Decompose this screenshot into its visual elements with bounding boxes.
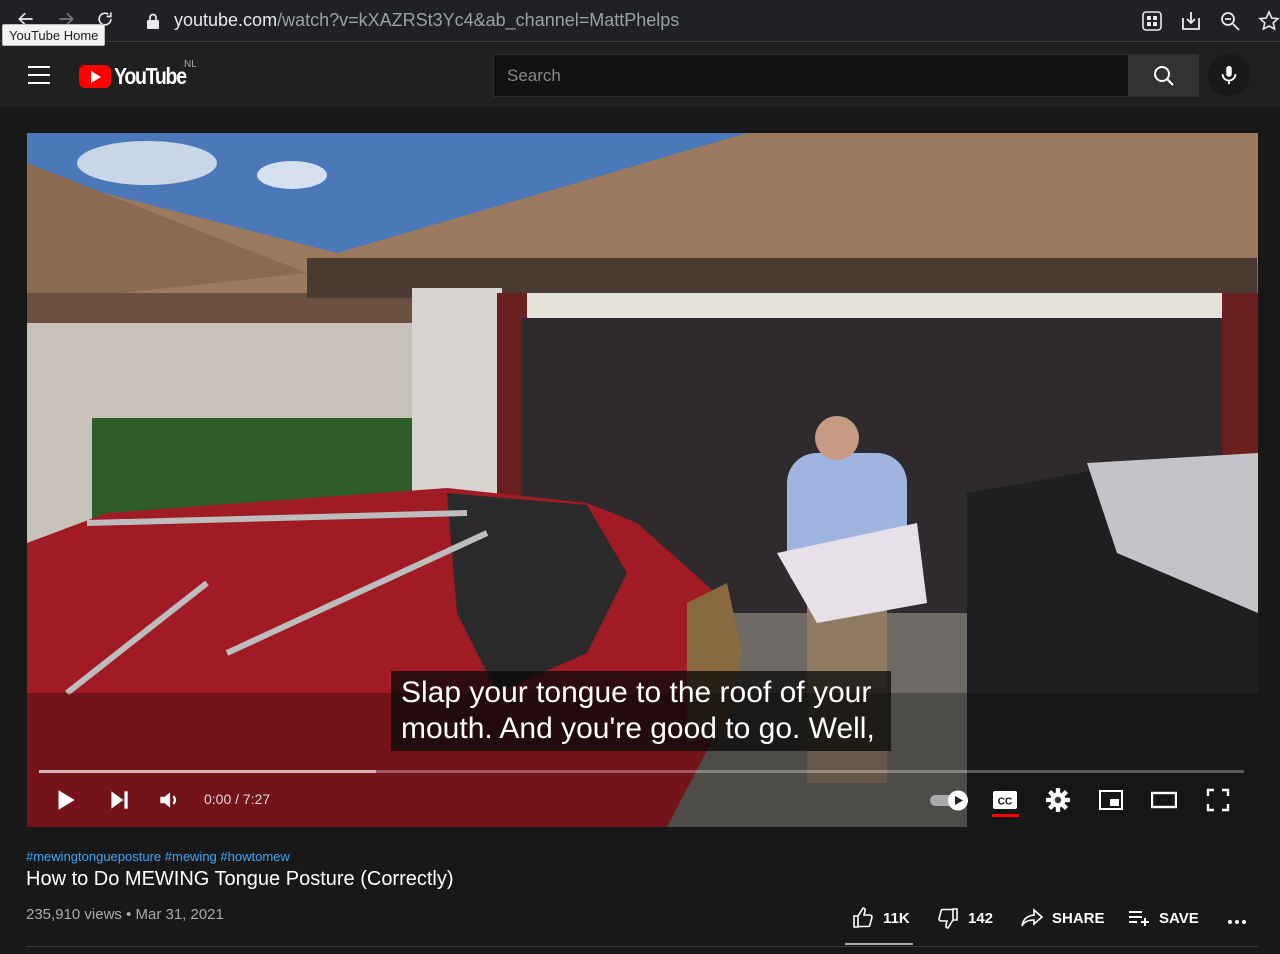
zoom-icon[interactable] <box>1219 10 1241 32</box>
browser-toolbar: YouTube Home youtube.com/watch?v=kXAZRSt… <box>0 0 1280 46</box>
youtube-header: YouTube NL Search <box>0 43 1280 107</box>
url-path: /watch?v=kXAZRSt3Yc4&ab_channel=MattPhel… <box>277 10 680 30</box>
progress-bar[interactable] <box>39 770 1244 773</box>
autoplay-toggle[interactable] <box>929 787 971 813</box>
dislike-count: 142 <box>968 909 994 927</box>
subtitles-active-indicator <box>992 814 1019 817</box>
closed-captions-icon: CC <box>993 791 1017 809</box>
url-host: youtube.com <box>174 10 278 30</box>
fullscreen-button[interactable] <box>1205 787 1231 813</box>
lock-icon <box>147 13 159 29</box>
youtube-play-icon <box>79 65 111 88</box>
youtube-logo[interactable]: YouTube <box>79 63 198 90</box>
menu-icon[interactable] <box>28 66 50 84</box>
country-code: NL <box>184 59 197 70</box>
add-to-playlist-icon <box>1129 911 1149 926</box>
next-button[interactable] <box>106 787 132 813</box>
video-meta: 235,910 views • Mar 31, 2021 <box>26 906 224 923</box>
home-tooltip: YouTube Home <box>2 24 106 46</box>
hashtags[interactable]: #mewingtongueposture #mewing #howtomew <box>26 849 290 864</box>
more-horizontal-icon <box>1228 920 1246 924</box>
install-app-icon[interactable] <box>1180 10 1202 32</box>
volume-icon <box>160 792 176 808</box>
like-ratio-bar <box>845 943 913 945</box>
address-bar[interactable]: youtube.com/watch?v=kXAZRSt3Yc4&ab_chann… <box>136 4 1136 37</box>
like-button[interactable]: 11K <box>851 904 910 932</box>
bookmark-star-icon[interactable] <box>1258 10 1280 32</box>
search-button[interactable] <box>1129 54 1199 97</box>
share-button[interactable]: SHARE <box>1020 904 1105 932</box>
share-label: SHARE <box>1052 909 1105 927</box>
fullscreen-icon <box>1206 788 1230 812</box>
divider <box>26 946 1258 947</box>
dislike-button[interactable]: 142 <box>936 904 993 932</box>
subtitles-button[interactable]: CC <box>992 787 1018 813</box>
miniplayer-button[interactable] <box>1098 787 1124 813</box>
thumbs-down-icon <box>938 908 958 929</box>
caption-text: Slap your tongue to the roof of your mou… <box>391 671 891 751</box>
miniplayer-icon <box>1099 790 1123 810</box>
skip-next-icon <box>111 791 128 809</box>
save-button[interactable]: SAVE <box>1127 904 1199 932</box>
autoplay-toggle-icon <box>930 790 968 811</box>
extensions-grid-icon[interactable] <box>1141 10 1163 32</box>
thumbs-up-icon <box>853 907 873 928</box>
search-input[interactable]: Search <box>493 54 1129 97</box>
gear-icon <box>1046 788 1070 812</box>
search-icon <box>1154 65 1174 86</box>
svg-text:CC: CC <box>998 797 1012 808</box>
save-label: SAVE <box>1159 909 1199 927</box>
voice-search-button[interactable] <box>1208 54 1250 96</box>
theater-mode-icon <box>1151 791 1177 809</box>
buffered-progress <box>39 770 377 773</box>
theater-mode-button[interactable] <box>1151 787 1177 813</box>
settings-button[interactable] <box>1045 787 1071 813</box>
share-arrow-icon <box>1021 908 1044 927</box>
play-icon <box>58 790 75 810</box>
more-actions-button[interactable] <box>1226 904 1258 932</box>
logo-text: YouTube <box>114 63 187 89</box>
microphone-icon <box>1221 65 1237 85</box>
video-player[interactable]: Slap your tongue to the roof of your mou… <box>27 133 1258 827</box>
video-title: How to Do MEWING Tongue Posture (Correct… <box>26 868 454 890</box>
play-button[interactable] <box>52 787 78 813</box>
like-count: 11K <box>883 909 910 927</box>
mute-button[interactable] <box>156 787 182 813</box>
time-display: 0:00 / 7:27 <box>204 791 271 807</box>
